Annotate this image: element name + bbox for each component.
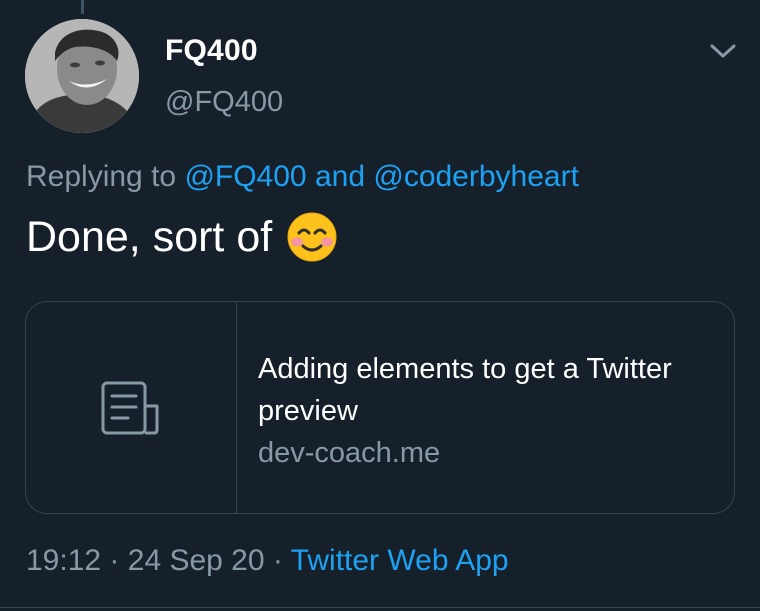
thread-connector-line <box>81 0 84 14</box>
replying-to-line: Replying to @FQ400 and @coderbyheart <box>26 160 579 194</box>
tweet-source-link[interactable]: Twitter Web App <box>291 544 509 577</box>
avatar[interactable] <box>25 19 139 133</box>
tweet-date[interactable]: 24 Sep 20 <box>128 544 265 577</box>
tweet-time[interactable]: 19:12 <box>26 544 101 577</box>
card-domain: dev-coach.me <box>258 437 441 469</box>
avatar-image <box>25 19 139 133</box>
card-title: Adding elements to get a Twitter preview <box>258 353 672 427</box>
meta-separator: · <box>272 544 283 577</box>
card-body: Adding elements to get a Twitter preview… <box>258 348 718 474</box>
mention-link-coderbyheart[interactable]: @coderbyheart <box>373 160 579 193</box>
tweet-text: Done, sort of <box>26 211 338 263</box>
user-handle[interactable]: @FQ400 <box>165 86 283 119</box>
document-icon <box>101 381 159 434</box>
tweet-body: Done, sort of <box>26 212 273 261</box>
card-thumbnail <box>26 302 237 513</box>
meta-separator: · <box>109 544 120 577</box>
divider <box>0 607 760 608</box>
display-name[interactable]: FQ400 <box>165 34 258 68</box>
tweet-metadata: 19:12 · 24 Sep 20 · Twitter Web App <box>26 544 509 578</box>
mention-link-fq400[interactable]: @FQ400 <box>184 160 306 193</box>
mention-conjunction[interactable]: and <box>315 160 365 193</box>
link-preview-card[interactable]: Adding elements to get a Twitter preview… <box>25 301 735 514</box>
more-options-button[interactable] <box>706 38 740 64</box>
smiling-face-with-blush-emoji <box>286 211 338 263</box>
chevron-down-icon <box>710 44 736 58</box>
replying-to-label: Replying to <box>26 160 177 193</box>
